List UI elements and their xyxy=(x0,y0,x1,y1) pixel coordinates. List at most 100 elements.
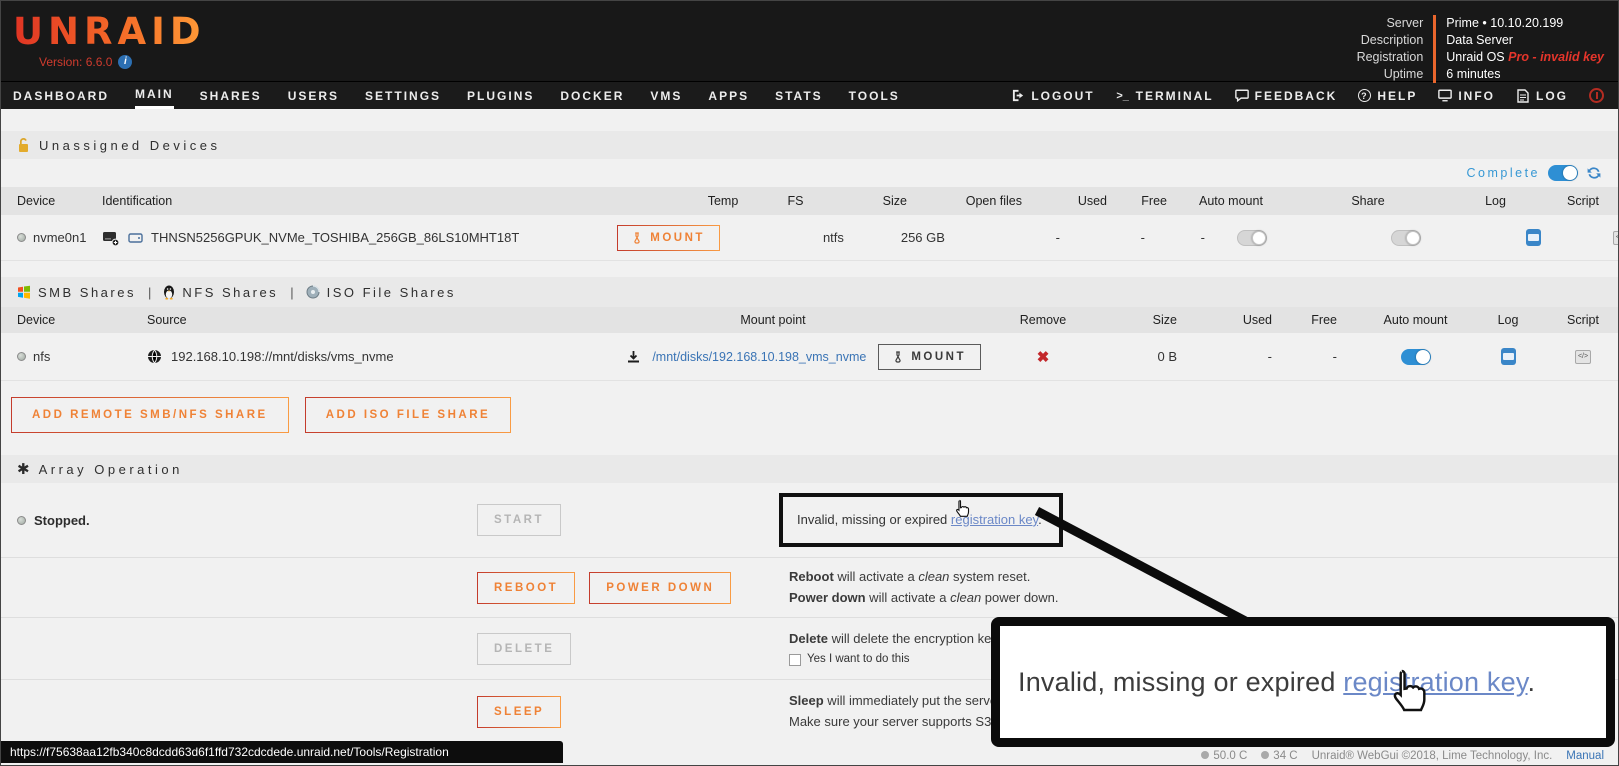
reboot-button[interactable]: REBOOT xyxy=(477,572,575,604)
delete-button-cell: DELETE xyxy=(477,633,789,665)
size-cell: 256 GB xyxy=(871,215,971,260)
array-operation-title: Array Operation xyxy=(39,462,183,477)
auto-mount-toggle[interactable] xyxy=(1237,230,1267,246)
registration-key-link[interactable]: registration key xyxy=(951,512,1038,527)
mount-button-nfs[interactable]: MOUNT xyxy=(878,344,981,370)
magnified-callout: Invalid, missing or expired registration… xyxy=(991,617,1615,747)
reboot-buttons-cell: REBOOT POWER DOWN xyxy=(477,572,789,604)
fs-cell: ntfs xyxy=(796,215,871,260)
delete-button[interactable]: DELETE xyxy=(477,633,571,665)
partition-icon xyxy=(128,232,143,244)
tab-nfs-label: NFS Shares xyxy=(182,285,278,300)
device-name[interactable]: nvme0n1 xyxy=(33,230,86,245)
share-free-cell: - xyxy=(1298,333,1363,380)
inset-registration-key-link[interactable]: registration key xyxy=(1343,667,1527,697)
manual-link[interactable]: Manual xyxy=(1566,750,1604,762)
refresh-icon[interactable] xyxy=(1586,165,1602,181)
delete-confirm-checkbox[interactable] xyxy=(789,654,801,666)
free-cell: - xyxy=(1171,215,1231,260)
identification-cell: THNSN5256GPUK_NVMe_TOSHIBA_256GB_86LS10M… xyxy=(96,215,726,260)
share-script-icon[interactable]: </> xyxy=(1575,350,1591,364)
share-script-cell: </> xyxy=(1548,333,1618,380)
server-info-values: Prime • 10.10.20.199 Data Server Unraid … xyxy=(1436,15,1604,83)
nav-info[interactable]: INFO xyxy=(1438,83,1495,109)
complete-toggle[interactable] xyxy=(1548,165,1578,181)
share-device-name[interactable]: nfs xyxy=(33,349,50,364)
terminal-icon: >_ xyxy=(1116,89,1130,103)
share-cell xyxy=(1331,215,1481,260)
nav-log[interactable]: LOG xyxy=(1516,83,1568,109)
add-remote-smb-nfs-share-button[interactable]: ADD REMOTE SMB/NFS SHARE xyxy=(11,397,289,433)
nav-tools[interactable]: TOOLS xyxy=(849,83,900,109)
registration-value: Unraid OS Pro - invalid key xyxy=(1446,49,1604,66)
nav-terminal[interactable]: >_ TERMINAL xyxy=(1116,83,1214,109)
inset-prefix: Invalid, missing or expired xyxy=(1018,667,1343,697)
nav-help[interactable]: ? HELP xyxy=(1358,83,1417,109)
share-auto-mount-toggle[interactable] xyxy=(1401,349,1431,365)
sleep-button[interactable]: SLEEP xyxy=(477,696,561,728)
mount-point-link[interactable]: /mnt/disks/192.168.10.198_vms_nvme xyxy=(652,350,866,364)
start-button-cell: START xyxy=(477,504,789,536)
remove-share-icon[interactable]: ✖ xyxy=(1037,348,1050,366)
nav-main[interactable]: MAIN xyxy=(135,83,174,109)
tab-smb-label: SMB Shares xyxy=(38,285,136,300)
share-used-cell: - xyxy=(1203,333,1298,380)
share-log-icon[interactable] xyxy=(1501,348,1516,365)
nav-users[interactable]: USERS xyxy=(288,83,339,109)
start-button[interactable]: START xyxy=(477,504,561,536)
unassigned-devices-title: Unassigned Devices xyxy=(39,138,221,153)
terminal-label: TERMINAL xyxy=(1136,83,1214,109)
mount-icon xyxy=(632,232,642,244)
nav-feedback[interactable]: FEEDBACK xyxy=(1235,83,1338,109)
reboot-desc: Reboot will activate a clean system rese… xyxy=(789,567,1618,607)
open-files-cell: - xyxy=(971,215,1086,260)
description-value: Data Server xyxy=(1446,32,1604,49)
nav-plugins[interactable]: PLUGINS xyxy=(467,83,534,109)
device-log-icon[interactable] xyxy=(1526,229,1541,246)
complete-label[interactable]: Complete xyxy=(1467,166,1541,180)
remove-cell: ✖ xyxy=(993,333,1093,380)
tab-iso-file-shares[interactable]: ISO File Shares xyxy=(306,285,456,300)
tab-smb-shares[interactable]: SMB Shares xyxy=(17,285,136,300)
nav-settings[interactable]: SETTINGS xyxy=(365,83,441,109)
col-used: Used xyxy=(1048,187,1133,215)
share-toggle[interactable] xyxy=(1391,230,1421,246)
inset-text: Invalid, missing or expired registration… xyxy=(1018,667,1535,698)
start-note-cell: Invalid, missing or expired registration… xyxy=(789,493,1618,547)
device-script-icon[interactable]: </> xyxy=(1613,231,1619,245)
globe-icon xyxy=(147,349,162,364)
share-log-cell xyxy=(1468,333,1548,380)
col2-device: Device xyxy=(1,307,141,333)
nfs-share-row: nfs 192.168.10.198://mnt/disks/vms_nvme … xyxy=(1,333,1618,381)
logout-label: LOGOUT xyxy=(1031,83,1094,109)
add-iso-file-share-button[interactable]: ADD ISO FILE SHARE xyxy=(305,397,511,433)
info-label: INFO xyxy=(1458,83,1495,109)
nav-shares[interactable]: SHARES xyxy=(200,83,262,109)
log-label: LOG xyxy=(1536,83,1568,109)
nav-dashboard[interactable]: DASHBOARD xyxy=(13,83,109,109)
col-free: Free xyxy=(1133,187,1193,215)
mount-button-nvme[interactable]: MOUNT xyxy=(617,225,720,251)
nav-stats[interactable]: STATS xyxy=(775,83,823,109)
server-info-labels: Server Description Registration Uptime xyxy=(1357,15,1437,83)
script-cell: </> xyxy=(1586,215,1619,260)
nav-vms[interactable]: VMS xyxy=(650,83,682,109)
share-source-cell: 192.168.10.198://mnt/disks/vms_nvme xyxy=(141,333,553,380)
nav-docker[interactable]: DOCKER xyxy=(560,83,624,109)
info-monitor-icon xyxy=(1438,89,1452,103)
version-info-icon[interactable]: i xyxy=(118,55,132,69)
server-info: Server Description Registration Uptime P… xyxy=(1357,15,1604,83)
open-padlock-icon xyxy=(17,137,30,153)
identification-text[interactable]: THNSN5256GPUK_NVMe_TOSHIBA_256GB_86LS10M… xyxy=(151,230,519,245)
array-status: Stopped. xyxy=(17,513,477,528)
nav-logout[interactable]: LOGOUT xyxy=(1011,83,1094,109)
nav-power[interactable] xyxy=(1589,88,1604,103)
sleep-button-cell: SLEEP xyxy=(477,696,789,728)
power-icon xyxy=(1589,88,1604,103)
delete-confirm-label: Yes I want to do this xyxy=(807,651,910,669)
nav-apps[interactable]: APPS xyxy=(708,83,749,109)
status-url-bar: https://f75638aa12fb340c8dcdd63d6f1ffd73… xyxy=(1,741,563,763)
registration-callout-box: Invalid, missing or expired registration… xyxy=(779,493,1063,547)
tab-nfs-shares[interactable]: NFS Shares xyxy=(163,285,278,300)
power-down-button[interactable]: POWER DOWN xyxy=(589,572,731,604)
